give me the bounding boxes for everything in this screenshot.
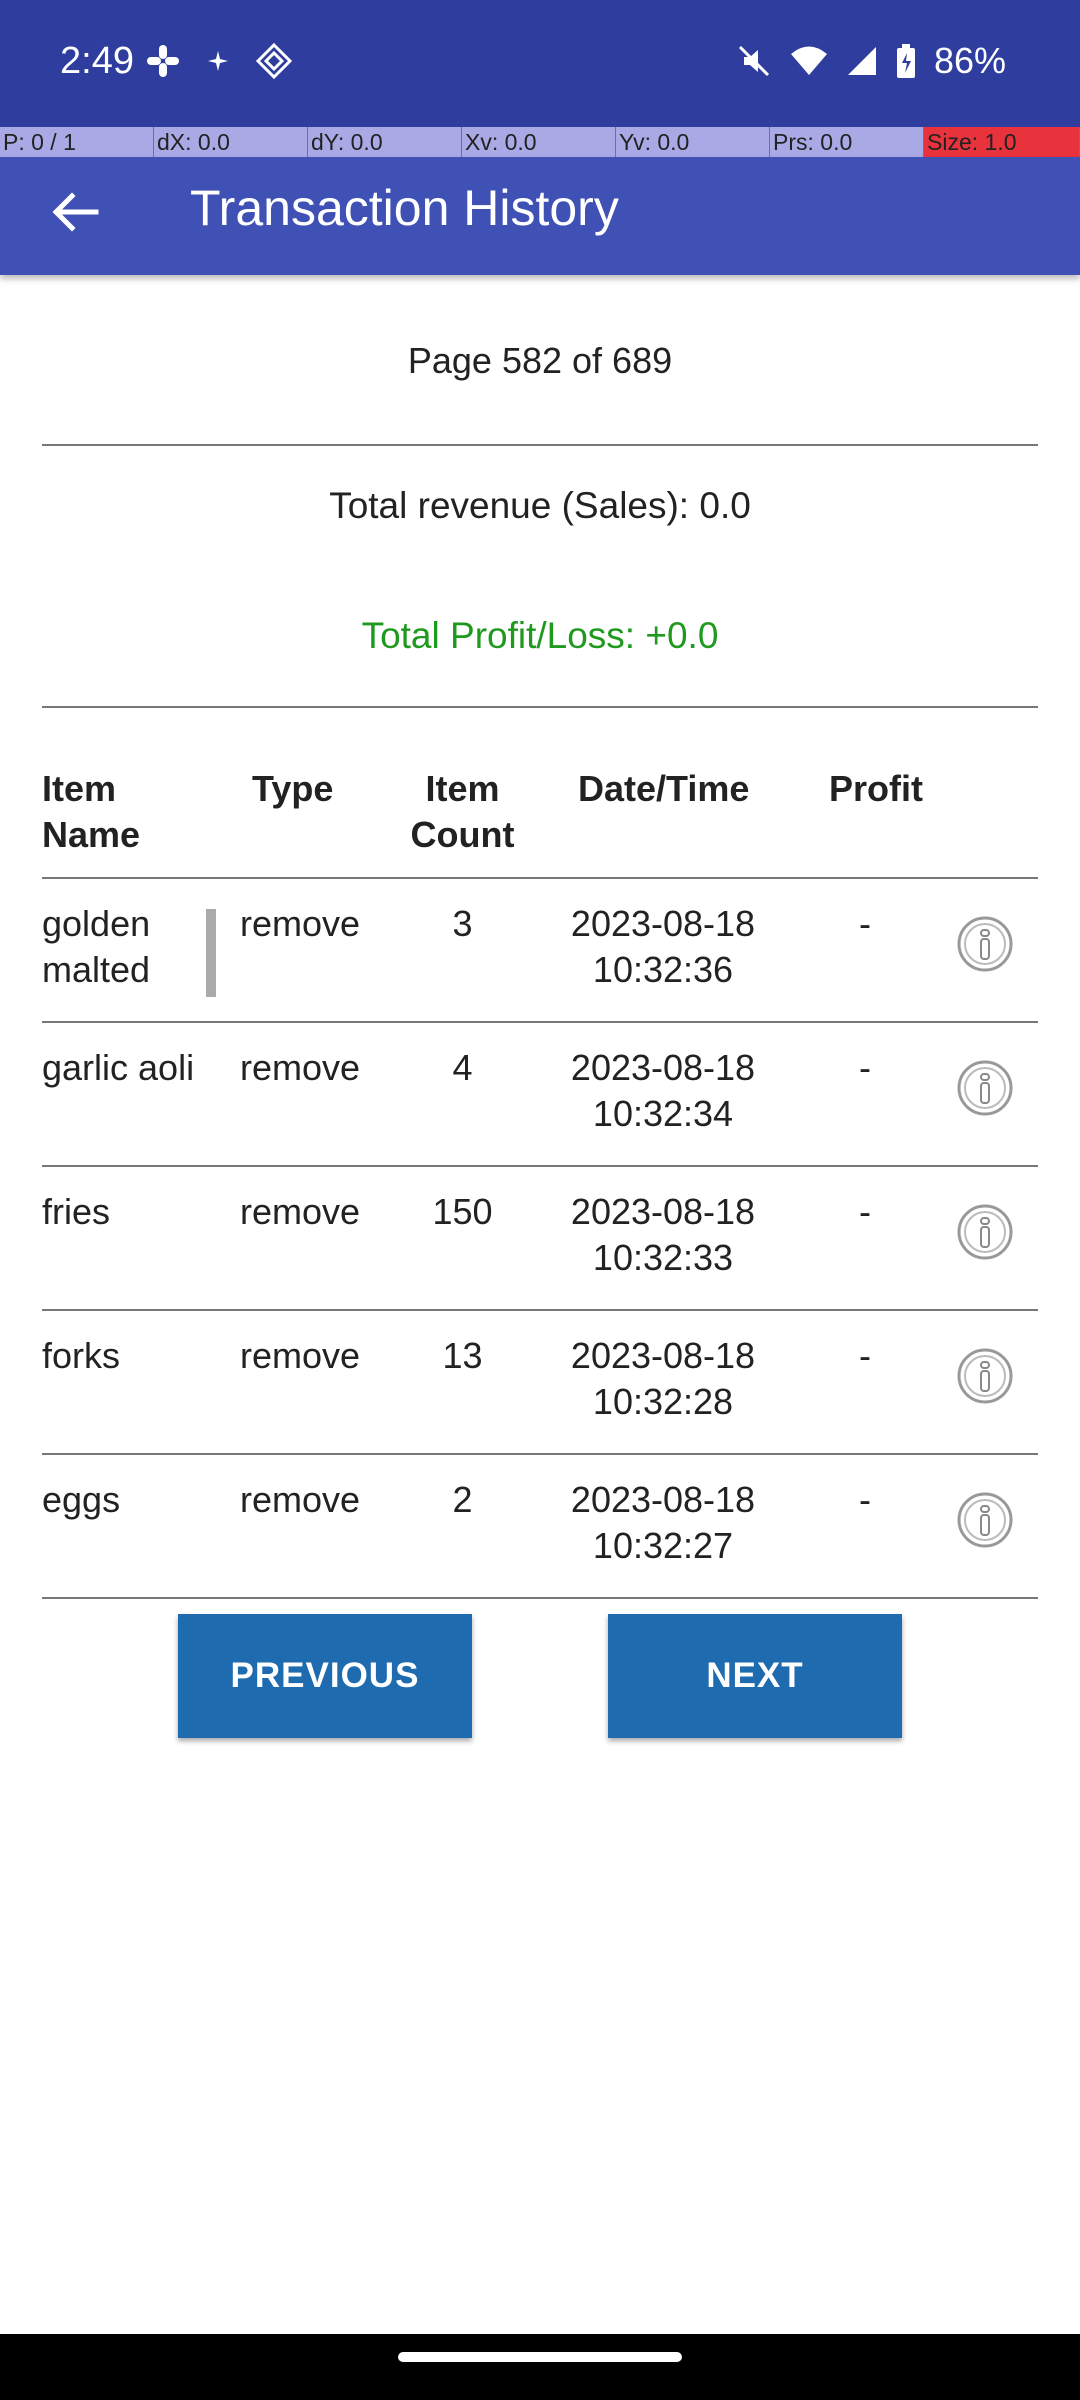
slack-icon	[147, 45, 179, 77]
sparkle-icon	[208, 51, 228, 71]
item-name: fries	[42, 1191, 111, 1232]
item-date-time: 2023-08-18 10:32:33	[570, 1191, 756, 1278]
info-icon[interactable]	[956, 1203, 1014, 1261]
system-navigation-bar	[0, 2334, 1080, 2400]
item-count: 3	[452, 903, 473, 944]
status-bar: 2:49 86%	[0, 0, 1080, 127]
item-count: 150	[432, 1191, 493, 1232]
back-arrow-icon[interactable]	[40, 177, 110, 247]
divider	[42, 1597, 1038, 1599]
mute-icon	[738, 45, 769, 77]
item-name: forks	[42, 1335, 121, 1376]
item-count: 13	[442, 1335, 483, 1376]
item-type: remove	[240, 1479, 361, 1520]
page-indicator: Page 582 of 689	[407, 340, 673, 381]
item-type: remove	[240, 1191, 361, 1232]
info-icon[interactable]	[956, 915, 1014, 973]
item-type: remove	[240, 1047, 361, 1088]
item-profit: -	[859, 1191, 871, 1232]
next-button[interactable]: NEXT	[608, 1614, 902, 1738]
item-type: remove	[240, 1335, 361, 1376]
item-date-time: 2023-08-18 10:32:28	[570, 1335, 756, 1422]
header-item-count: Item Count	[410, 768, 515, 855]
item-date-time: 2023-08-18 10:32:27	[570, 1479, 756, 1566]
item-name: eggs	[42, 1479, 121, 1520]
header-profit: Profit	[829, 768, 923, 809]
debug-dy: dY: 0.0	[308, 127, 462, 157]
table-row: garlic aoli remove 4 2023-08-18 10:32:34…	[0, 1023, 1080, 1167]
table-row: eggs remove 2 2023-08-18 10:32:27 -	[0, 1455, 1080, 1599]
item-profit: -	[859, 1047, 871, 1088]
info-icon[interactable]	[956, 1347, 1014, 1405]
item-profit: -	[859, 1479, 871, 1520]
debug-xv: Xv: 0.0	[462, 127, 616, 157]
wifi-icon	[790, 46, 827, 75]
divider	[42, 706, 1038, 708]
item-name: garlic aoli	[42, 1047, 195, 1088]
pointer-debug-bar: P: 0 / 1 dX: 0.0 dY: 0.0 Xv: 0.0 Yv: 0.0…	[0, 127, 1080, 157]
battery-percent: 86%	[933, 40, 1006, 81]
debug-dx: dX: 0.0	[154, 127, 308, 157]
info-icon[interactable]	[956, 1491, 1014, 1549]
item-profit: -	[859, 1335, 871, 1376]
previous-button[interactable]: PREVIOUS	[178, 1614, 472, 1738]
page-title: Transaction History	[190, 180, 619, 236]
debug-prs: Prs: 0.0	[770, 127, 924, 157]
item-profit: -	[859, 903, 871, 944]
total-profit-loss: Total Profit/Loss: +0.0	[361, 615, 719, 656]
header-type: Type	[252, 768, 334, 809]
header-date-time: Date/Time	[578, 768, 750, 809]
battery-icon	[896, 44, 915, 78]
status-icons-right: 86%	[736, 40, 1006, 82]
total-revenue: Total revenue (Sales): 0.0	[329, 485, 751, 526]
app-bar: Transaction History	[0, 157, 1080, 275]
debug-pointer: P: 0 / 1	[0, 127, 154, 157]
signal-icon	[847, 47, 876, 75]
item-date-time: 2023-08-18 10:32:36	[570, 903, 756, 990]
item-name: golden malted waffle	[42, 903, 151, 990]
table-row: golden malted waffle remove 3 2023-08-18…	[0, 879, 1080, 1023]
item-count: 4	[452, 1047, 473, 1088]
status-time: 2:49	[60, 40, 134, 82]
diamond-icon	[255, 42, 293, 80]
status-icons-left	[145, 42, 293, 80]
item-type: remove	[240, 903, 361, 944]
cell-scrollbar[interactable]	[206, 909, 216, 997]
table-row: fries remove 150 2023-08-18 10:32:33 -	[0, 1167, 1080, 1311]
info-icon[interactable]	[956, 1059, 1014, 1117]
table-row: forks remove 13 2023-08-18 10:32:28 -	[0, 1311, 1080, 1455]
debug-yv: Yv: 0.0	[616, 127, 770, 157]
header-item-name: Item Name	[42, 768, 141, 855]
item-count: 2	[452, 1479, 473, 1520]
item-date-time: 2023-08-18 10:32:34	[570, 1047, 756, 1134]
divider	[42, 444, 1038, 446]
debug-size: Size: 1.0	[924, 127, 1080, 157]
home-handle-icon[interactable]	[398, 2352, 682, 2366]
